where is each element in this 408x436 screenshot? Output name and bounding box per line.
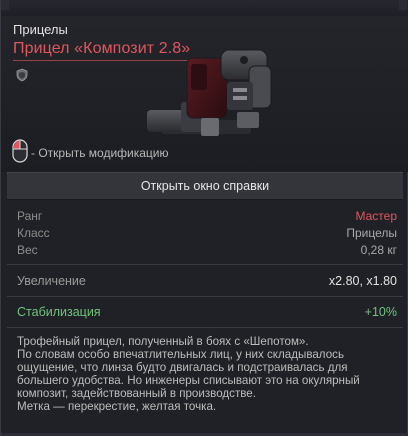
stat-weight-value: 0,28 кг (360, 243, 397, 257)
shield-icon (16, 68, 28, 82)
stat-zoom-label: Увеличение (17, 274, 86, 288)
divider (7, 296, 403, 297)
item-description: Трофейный прицел, полученный в боях с «Ш… (17, 335, 360, 414)
stat-class-value: Прицелы (346, 226, 397, 240)
stat-rank-value: Мастер (355, 209, 397, 223)
corner-right (399, 0, 407, 10)
stat-stabilization-value: +10% (364, 305, 397, 319)
stat-weight-label: Вес (17, 243, 38, 257)
divider (7, 264, 403, 265)
divider (7, 327, 403, 328)
tooltip-panel: Прицелы Прицел «Композит 2.8» - Открыть … (0, 0, 408, 436)
stat-class-label: Класс (17, 226, 50, 240)
help-button[interactable]: Открыть окно справки (7, 172, 403, 200)
top-strip (1, 0, 408, 16)
mouse-icon (12, 139, 28, 163)
corner-left (1, 0, 9, 10)
stat-zoom-value: x2.80, x1.80 (328, 274, 397, 288)
item-category: Прицелы (13, 22, 68, 37)
stat-stabilization-label: Стабилизация (17, 305, 101, 319)
help-button-label: Открыть окно справки (140, 179, 270, 193)
scope-item-image (147, 49, 272, 136)
open-modification-hint: - Открыть модификацию (31, 146, 169, 160)
stat-rank-label: Ранг (17, 209, 43, 223)
